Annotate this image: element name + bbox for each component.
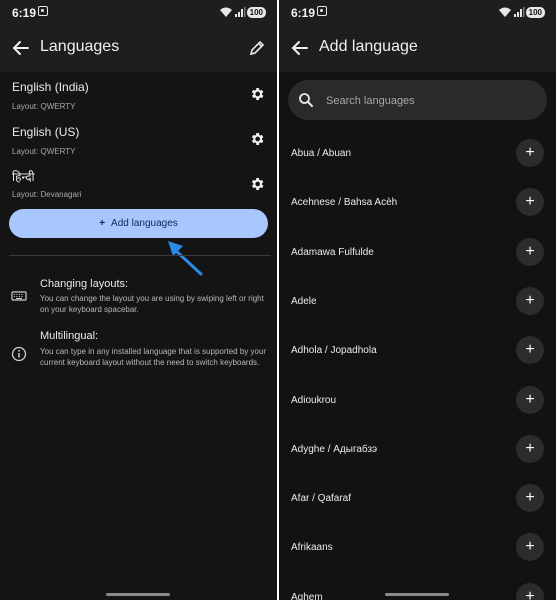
add-language-plus-button[interactable]: + — [516, 336, 544, 364]
keyboard-icon — [11, 291, 27, 301]
status-time: 6:19 — [291, 6, 316, 20]
language-row[interactable]: Aghem + — [279, 580, 556, 600]
add-language-plus-button[interactable]: + — [516, 238, 544, 266]
language-row-label: Adhola / Jopadhola — [291, 345, 377, 356]
wifi-icon — [220, 7, 232, 17]
language-row-label: Abua / Abuan — [291, 148, 352, 159]
tip-text: You can type in any installed language t… — [40, 347, 267, 367]
signal-icon — [235, 7, 246, 17]
add-language-plus-button[interactable]: + — [516, 435, 544, 463]
tip-title: Multilingual: — [40, 330, 99, 342]
language-item-english-india[interactable]: English (India) Layout: QWERTY — [0, 80, 277, 124]
back-arrow-icon[interactable] — [291, 39, 309, 57]
tip-title: Changing layouts: — [40, 278, 129, 290]
page-title: Languages — [40, 38, 120, 55]
language-item-hindi[interactable]: हिन्दी Layout: Devanagari — [0, 168, 277, 212]
language-name: English (India) — [12, 80, 89, 94]
info-icon — [11, 346, 27, 362]
language-row-label: Afrikaans — [291, 542, 333, 553]
search-bar[interactable] — [288, 80, 547, 120]
add-language-plus-button[interactable]: + — [516, 386, 544, 414]
home-indicator[interactable] — [385, 593, 449, 596]
tip-text: You can change the layout you are using … — [40, 294, 264, 314]
add-language-plus-button[interactable]: + — [516, 287, 544, 315]
status-bar: 6:19 100 — [0, 0, 277, 26]
add-language-plus-button[interactable]: + — [516, 484, 544, 512]
language-layout: Layout: QWERTY — [12, 102, 76, 111]
language-row[interactable]: Afar / Qafaraf + — [279, 481, 556, 517]
language-row[interactable]: Adioukrou + — [279, 383, 556, 419]
battery-indicator: 100 — [246, 7, 266, 18]
language-row[interactable]: Adele + — [279, 284, 556, 320]
language-row[interactable]: Adamawa Fulfulde + — [279, 235, 556, 271]
pointer-arrow-icon — [168, 241, 203, 276]
app-bar: Languages — [0, 26, 277, 72]
add-language-plus-button[interactable]: + — [516, 139, 544, 167]
add-languages-label: Add languages — [111, 218, 178, 229]
language-layout: Layout: Devanagari — [12, 190, 82, 199]
home-indicator[interactable] — [106, 593, 170, 596]
language-row-label: Adyghe / Адыгабзэ — [291, 444, 378, 455]
signal-icon — [514, 7, 525, 17]
screenshot-icon — [317, 6, 327, 16]
language-layout: Layout: QWERTY — [12, 147, 76, 156]
screenshot-icon — [38, 6, 48, 16]
language-row-label: Adele — [291, 296, 317, 307]
languages-screen: 6:19 100 Languages English (India) Layou… — [0, 0, 277, 600]
language-item-english-us[interactable]: English (US) Layout: QWERTY — [0, 125, 277, 169]
page-title: Add language — [319, 38, 418, 55]
language-row[interactable]: Adhola / Jopadhola + — [279, 333, 556, 369]
add-languages-button[interactable]: + Add languages — [9, 209, 268, 238]
plus-icon: + — [99, 218, 106, 229]
gear-icon[interactable] — [249, 86, 265, 102]
add-language-plus-button[interactable]: + — [516, 188, 544, 216]
status-bar: 6:19 100 — [279, 0, 556, 26]
language-row-label: Afar / Qafaraf — [291, 493, 352, 504]
wifi-icon — [499, 7, 511, 17]
battery-indicator: 100 — [525, 7, 545, 18]
language-row[interactable]: Afrikaans + — [279, 530, 556, 566]
gear-icon[interactable] — [249, 131, 265, 147]
status-time: 6:19 — [12, 6, 37, 20]
language-name: English (US) — [12, 125, 80, 139]
divider — [9, 255, 271, 256]
language-row-label: Aghem — [291, 592, 323, 600]
language-row[interactable]: Abua / Abuan + — [279, 136, 556, 172]
edit-pencil-icon[interactable] — [249, 40, 265, 56]
gear-icon[interactable] — [249, 176, 265, 192]
language-row[interactable]: Acehnese / Bahsa Acèh + — [279, 185, 556, 221]
back-arrow-icon[interactable] — [12, 39, 30, 57]
language-name: हिन्दी — [12, 170, 35, 184]
language-row[interactable]: Adyghe / Адыгабзэ + — [279, 432, 556, 468]
language-row-label: Adamawa Fulfulde — [291, 247, 374, 258]
search-input[interactable] — [324, 90, 538, 112]
add-language-screen: 6:19 100 Add language Abua / Abuan+Acehn… — [279, 0, 556, 600]
add-language-plus-button[interactable]: + — [516, 583, 544, 600]
language-row-label: Adioukrou — [291, 395, 337, 406]
language-row-label: Acehnese / Bahsa Acèh — [291, 197, 398, 208]
search-icon — [299, 93, 313, 107]
add-language-plus-button[interactable]: + — [516, 533, 544, 561]
app-bar: Add language — [279, 26, 556, 72]
